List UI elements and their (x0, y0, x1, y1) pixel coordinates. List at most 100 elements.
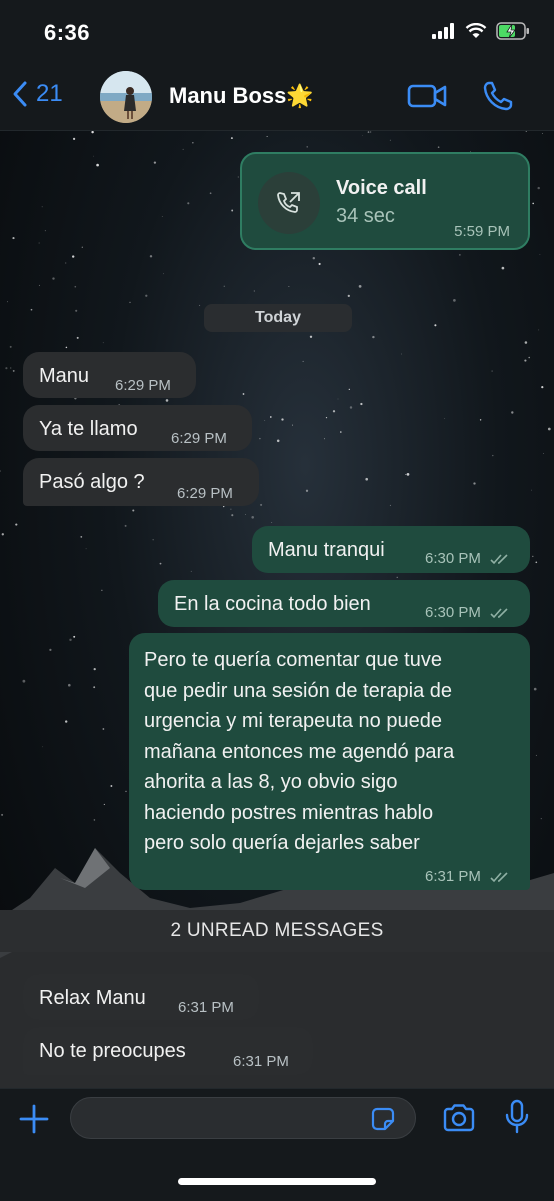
message-line: urgencia y mi terapeuta no puede (144, 710, 442, 732)
star (102, 728, 105, 730)
message-bubble-outgoing[interactable]: Pero te quería comentar que tuve que ped… (129, 633, 530, 890)
plus-icon[interactable] (18, 1103, 50, 1135)
message-line: pero solo quería dejarles saber (144, 832, 420, 854)
star (230, 508, 232, 510)
star (318, 262, 321, 266)
sticker-icon[interactable] (369, 1105, 397, 1133)
message-time: 6:31 PM (178, 999, 234, 1016)
star (22, 679, 26, 683)
star (539, 253, 541, 255)
star (65, 262, 67, 264)
star (501, 266, 505, 270)
message-time-read: 6:31 PM (425, 865, 512, 889)
star (533, 687, 537, 691)
star (324, 438, 325, 440)
contact-name[interactable]: Manu Boss🌟 (169, 83, 314, 109)
star (69, 638, 72, 642)
star (161, 216, 163, 217)
message-bubble-outgoing[interactable]: Manu tranqui 6:30 PM (252, 526, 530, 573)
star (38, 242, 40, 244)
star (149, 255, 153, 258)
star (543, 453, 544, 454)
star (437, 146, 440, 149)
star (68, 683, 71, 687)
message-bubble-outgoing[interactable]: En la cocina todo bien 6:30 PM (158, 580, 530, 627)
star (389, 139, 391, 141)
star (242, 393, 245, 395)
star (479, 419, 482, 421)
star (72, 255, 75, 258)
star (159, 562, 162, 565)
star (223, 505, 225, 508)
message-time: 6:30 PM (425, 550, 481, 567)
star (96, 163, 99, 167)
contact-avatar[interactable] (100, 71, 152, 123)
star (332, 410, 336, 413)
star (5, 367, 8, 370)
wifi-icon (465, 23, 487, 38)
star (65, 346, 68, 349)
star (231, 209, 234, 212)
star (49, 648, 52, 652)
message-bubble-incoming[interactable]: Pasó algo ? 6:29 PM (23, 458, 259, 506)
back-button[interactable]: 21 (12, 80, 63, 108)
status-bar: 6:36 (0, 0, 554, 66)
star (93, 686, 96, 689)
chat-header: 21 Manu Boss🌟 (0, 66, 554, 131)
message-text: Pero te quería comentar que tuve que ped… (144, 645, 454, 859)
star (12, 237, 15, 240)
star (269, 416, 272, 418)
microphone-icon[interactable] (504, 1099, 530, 1135)
star (362, 135, 363, 136)
message-line: mañana entonces me agendó para (144, 740, 455, 763)
star (124, 524, 127, 527)
star (6, 301, 8, 303)
star (192, 142, 194, 144)
message-input[interactable] (70, 1097, 416, 1139)
camera-icon[interactable] (442, 1103, 476, 1133)
message-bubble-incoming[interactable]: Ya te llamo 6:29 PM (23, 405, 252, 451)
star (491, 370, 493, 372)
star (281, 418, 284, 421)
star (93, 667, 96, 671)
message-time: 6:31 PM (425, 868, 481, 885)
video-call-icon[interactable] (407, 80, 447, 112)
star (459, 254, 461, 256)
star (306, 146, 308, 148)
call-title: Voice call (336, 177, 427, 199)
star (74, 285, 77, 288)
message-text: Manu (39, 365, 90, 387)
message-line: ahorita a las 8, yo obvio sigo (144, 771, 398, 793)
message-text: Manu tranqui (268, 539, 385, 561)
star (547, 427, 551, 431)
star (253, 290, 255, 292)
message-text: Pasó algo ? (39, 471, 145, 493)
star (91, 130, 94, 134)
message-time: 6:31 PM (233, 1053, 289, 1070)
star (41, 206, 43, 208)
message-bubble-incoming[interactable]: Relax Manu 6:31 PM (23, 974, 259, 1020)
star (266, 136, 268, 137)
unread-messages-banner: 2 UNREAD MESSAGES (0, 910, 554, 952)
call-time: 5:59 PM (454, 223, 510, 240)
star (230, 137, 233, 140)
star (337, 398, 339, 400)
star (251, 516, 254, 519)
signal-icon (432, 23, 454, 39)
star (531, 489, 532, 491)
message-bubble-incoming[interactable]: Manu 6:29 PM (23, 352, 196, 398)
unread-chats-count: 21 (36, 80, 63, 107)
status-icons (432, 22, 530, 40)
star (541, 133, 543, 135)
star (453, 299, 456, 302)
star (129, 301, 131, 304)
star (231, 514, 234, 517)
phone-icon[interactable] (482, 80, 514, 112)
voice-call-card[interactable]: Voice call 34 sec 5:59 PM (240, 152, 530, 250)
star (292, 424, 294, 426)
message-time: 6:29 PM (115, 377, 171, 394)
star (1, 533, 4, 536)
message-time: 6:30 PM (425, 604, 481, 621)
message-bubble-incoming[interactable]: No te preocupes 6:31 PM (23, 1027, 313, 1075)
star (524, 341, 528, 344)
